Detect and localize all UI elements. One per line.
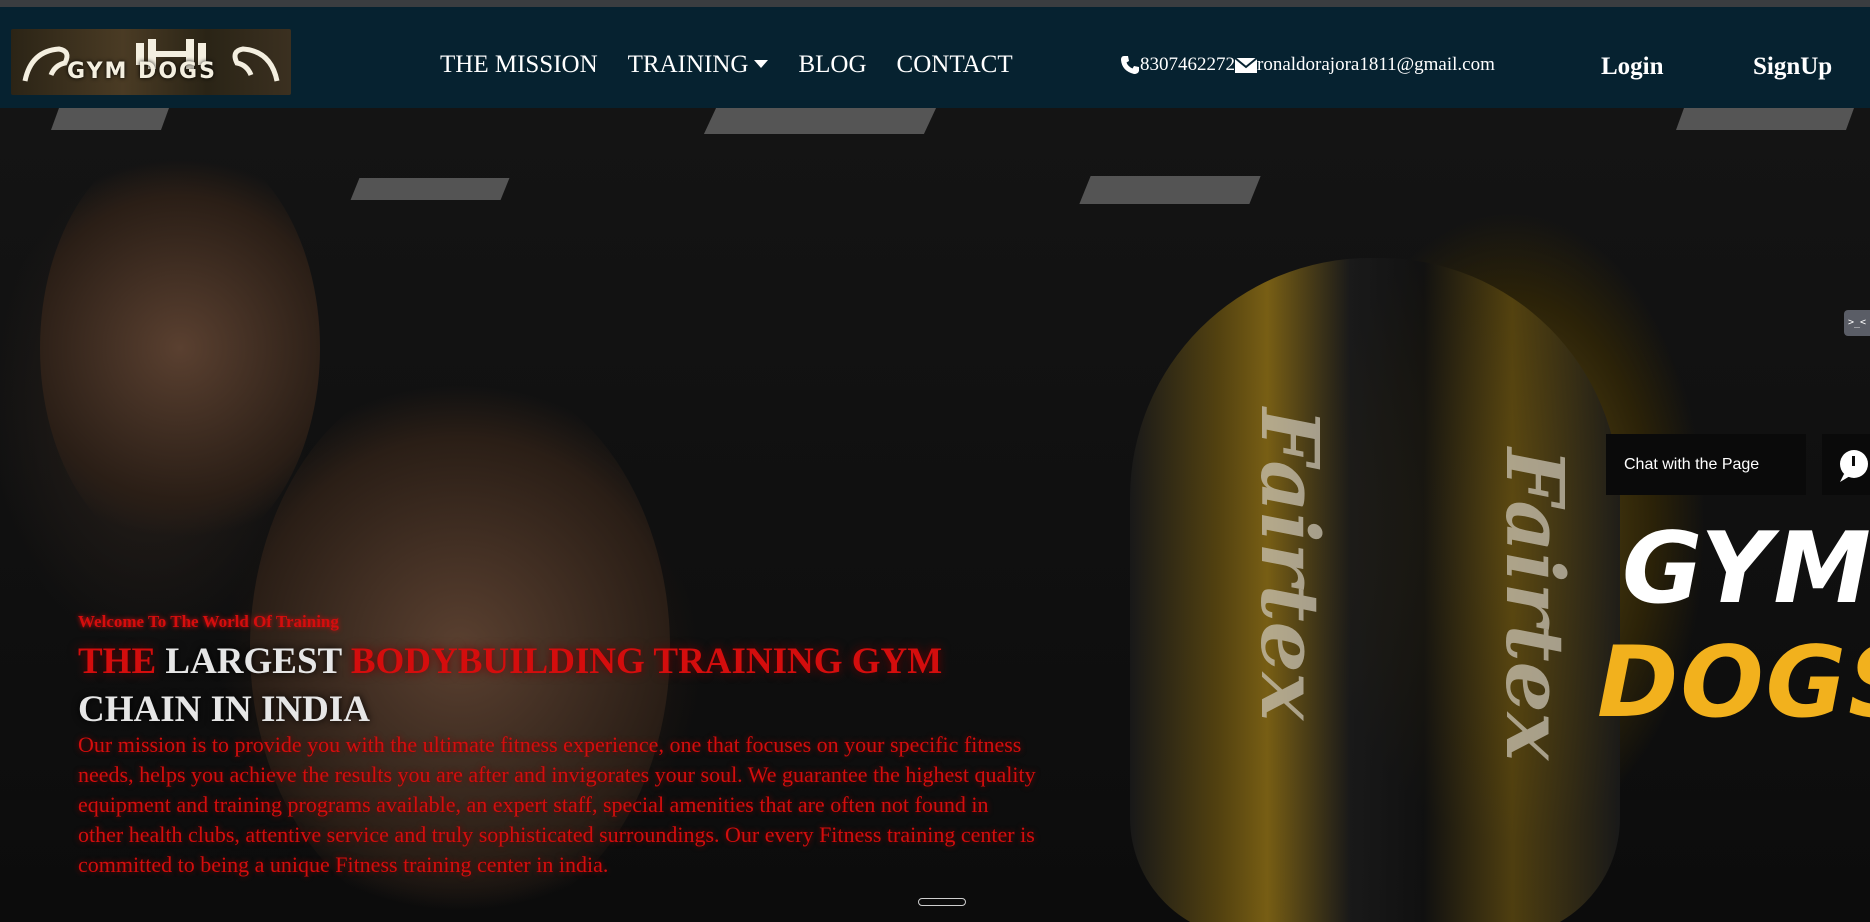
headline-part-2: LARGEST [156, 641, 351, 682]
caret-down-icon [754, 60, 769, 69]
hero-brand-dogs: DOGS [1597, 626, 1870, 740]
mail-icon [1235, 56, 1257, 73]
chat-with-page-button[interactable]: Chat with the Page [1606, 434, 1806, 495]
email-address[interactable]: ronaldorajora1811@gmail.com [1257, 54, 1495, 76]
login-link[interactable]: Login [1601, 53, 1664, 81]
chat-bubble-icon [1840, 450, 1868, 482]
ceiling-light [1675, 108, 1855, 130]
ceiling-light [50, 108, 170, 130]
bag-brand-text: Fairtex [1243, 408, 1337, 721]
headline-part-3: BODYBUILDING TRAINING GYM [350, 641, 943, 682]
nav-blog[interactable]: BLOG [798, 51, 866, 79]
signup-link[interactable]: SignUp [1753, 53, 1832, 81]
hero-brand-gym: GYM [1622, 512, 1870, 626]
ceiling-light [350, 178, 510, 200]
bag-brand-text-2: Fairtex [1488, 448, 1582, 761]
hero-headline: THE LARGEST BODYBUILDING TRAINING GYM CHA… [78, 638, 1058, 734]
phone-icon [1121, 56, 1139, 74]
logo-text: GYM DOGS [67, 59, 217, 84]
nav-the-mission[interactable]: THE MISSION [440, 51, 598, 79]
nav-training-label: TRAINING [627, 51, 749, 78]
chat-label: Chat with the Page [1624, 455, 1760, 473]
headline-part-4: CHAIN IN INDIA [78, 689, 370, 730]
hero-mission-text: Our mission is to provide you with the u… [78, 732, 1036, 877]
gym-dogs-logo[interactable]: GYM DOGS [11, 29, 291, 95]
main-nav: THE MISSION TRAINING BLOG CONTACT [440, 51, 1043, 79]
carousel-indicator[interactable] [918, 898, 966, 906]
phone-number[interactable]: 8307462272 [1140, 54, 1235, 76]
headline-part-1: THE [78, 641, 157, 682]
browser-top-strip [0, 0, 1870, 7]
ceiling-light [1079, 176, 1261, 204]
contact-info: 8307462272 ronaldorajora1811@gmail.com [1120, 54, 1495, 76]
chat-toggle[interactable] [1822, 434, 1870, 495]
hero-welcome-text: Welcome To The World Of Training [78, 612, 339, 631]
navbar: GYM DOGS THE MISSION TRAINING BLOG CONTA… [0, 7, 1870, 108]
ceiling-light [703, 108, 937, 134]
nav-training-dropdown[interactable]: TRAINING [628, 51, 769, 79]
devtools-widget-button[interactable]: >_< [1844, 310, 1870, 336]
nav-contact[interactable]: CONTACT [897, 51, 1013, 79]
background-person [40, 138, 320, 558]
